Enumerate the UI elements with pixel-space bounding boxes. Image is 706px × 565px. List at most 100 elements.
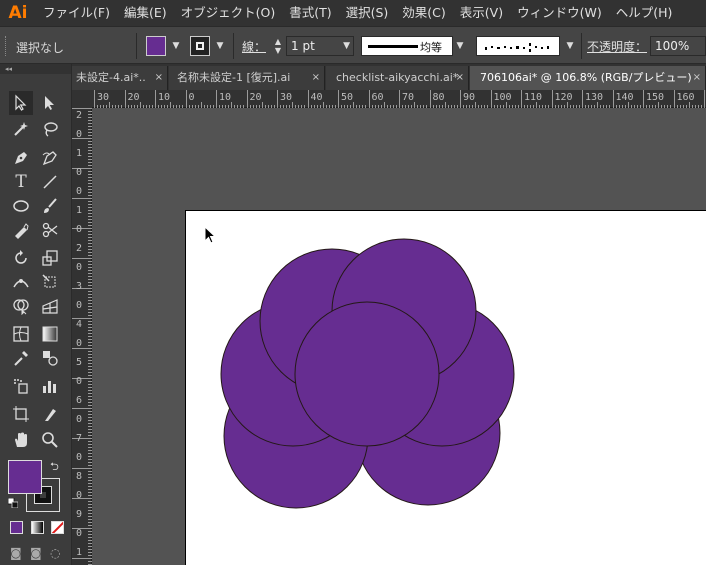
close-icon[interactable]: ×	[312, 66, 320, 90]
variable-width-profile[interactable]: 均等	[361, 36, 453, 56]
stroke-color-swatch[interactable]	[190, 36, 210, 56]
gradient-tool-icon[interactable]	[38, 322, 62, 346]
default-colors-icon[interactable]	[8, 498, 18, 508]
ruler-label: 0	[76, 129, 83, 140]
paintbrush-tool-icon[interactable]	[38, 194, 62, 218]
horizontal-ruler[interactable]: 30 20 10 0 10 20 30 40 50 60 70 80 90 100 110 120 130 140…	[92, 90, 706, 108]
stroke-label[interactable]: 線：	[242, 38, 266, 55]
chevron-down-icon[interactable]: ▼	[212, 36, 228, 56]
menu-bar: Ai ファイル(F) 編集(E) オブジェクト(O) 書式(T) 選択(S) 効…	[0, 0, 706, 26]
tool-row	[0, 194, 72, 218]
tab-checklist[interactable]: checklist-aikyacchi.ai* ×	[326, 66, 469, 90]
rotate-tool-icon[interactable]	[9, 246, 33, 270]
tab-label: checklist-aikyacchi.ai*	[336, 71, 459, 84]
stroke-weight-field[interactable]: 1 pt ▼	[286, 36, 354, 56]
ruler-ticks	[94, 90, 705, 108]
blend-tool-icon[interactable]	[38, 346, 62, 370]
zoom-tool-icon[interactable]	[38, 428, 62, 452]
column-graph-tool-icon[interactable]	[38, 374, 62, 398]
menu-file[interactable]: ファイル(F)	[36, 0, 117, 26]
symbol-sprayer-tool-icon[interactable]	[9, 374, 33, 398]
ruler-label: 0	[76, 528, 83, 539]
mesh-tool-icon[interactable]	[9, 322, 33, 346]
lasso-tool-icon[interactable]	[38, 117, 62, 141]
width-tool-icon[interactable]	[9, 270, 33, 294]
scissors-tool-icon[interactable]	[38, 218, 62, 242]
stroke-stepper[interactable]: ▲ ▼	[272, 37, 284, 55]
slice-tool-icon[interactable]	[38, 402, 62, 426]
ruler-label: 0	[188, 92, 195, 103]
tab-label: 名称未設定-1 [復元].ai	[177, 71, 291, 84]
none-mode-button[interactable]	[51, 521, 64, 534]
tab-document-4[interactable]: 未設定-4.ai*.. ×	[72, 66, 168, 90]
divider	[233, 33, 234, 59]
line-tool-icon[interactable]	[38, 170, 62, 194]
tab-document-1-recovered[interactable]: 名称未設定-1 [復元].ai ×	[169, 66, 325, 90]
shape-builder-tool-icon[interactable]	[9, 294, 33, 318]
menu-help[interactable]: ヘルプ(H)	[609, 0, 680, 26]
scale-tool-icon[interactable]	[38, 246, 62, 270]
ruler-origin[interactable]	[72, 90, 92, 108]
menu-effect[interactable]: 効果(C)	[395, 0, 452, 26]
ruler-label: 5	[76, 357, 83, 368]
ruler-label: 6	[76, 395, 83, 406]
chevron-down-icon[interactable]: ▼	[452, 36, 468, 56]
pen-tool-icon[interactable]	[9, 146, 33, 170]
artboard-tool-icon[interactable]	[9, 402, 33, 426]
curvature-tool-icon[interactable]	[38, 146, 62, 170]
ellipse-tool-icon[interactable]	[9, 194, 33, 218]
ruler-label: 80	[432, 92, 445, 103]
vertical-ruler[interactable]: 2 0 1 0 0 1 0 2 0 3 0 4 0 5 0 6 0 7 0 8 0 9 0 1	[72, 108, 92, 565]
chevron-down-icon[interactable]: ▼	[343, 37, 350, 55]
tool-row	[0, 246, 72, 270]
brush-definition[interactable]	[476, 36, 560, 56]
ruler-label: 0	[76, 300, 83, 311]
selection-tool-icon[interactable]	[9, 91, 33, 115]
fill-color-swatch[interactable]	[146, 36, 166, 56]
draw-behind-icon[interactable]: ◙	[30, 546, 44, 560]
ruler-label: 1	[76, 205, 83, 216]
ruler-label: 3	[76, 281, 83, 292]
ruler-label: 1	[76, 547, 83, 558]
chevron-down-icon[interactable]: ▼	[562, 36, 578, 56]
type-tool-icon[interactable]: T	[9, 170, 33, 194]
draw-normal-icon[interactable]: ◙	[10, 546, 24, 560]
tool-row	[0, 428, 72, 452]
illustrator-window: Ai ファイル(F) 編集(E) オブジェクト(O) 書式(T) 選択(S) 効…	[0, 0, 706, 565]
opacity-label[interactable]: 不透明度：	[587, 38, 647, 55]
ruler-label: 0	[76, 414, 83, 425]
shaper-tool-icon[interactable]	[9, 218, 33, 242]
fill-color-box[interactable]	[8, 460, 42, 494]
close-icon[interactable]: ×	[456, 66, 464, 90]
opacity-field[interactable]: 100%	[650, 36, 706, 56]
artwork-layer	[220, 238, 515, 509]
collapse-icon[interactable]: ◂◂	[0, 64, 71, 74]
center-circle[interactable]	[294, 301, 440, 447]
eyedropper-tool-icon[interactable]	[9, 346, 33, 370]
tool-row	[0, 374, 72, 398]
canvas-area[interactable]	[92, 108, 706, 565]
swap-fill-stroke-icon[interactable]: ⮌	[50, 458, 59, 477]
close-icon[interactable]: ×	[155, 66, 163, 90]
draw-inside-icon[interactable]: ◌	[50, 546, 64, 560]
color-mode-button[interactable]	[10, 521, 23, 534]
tab-active-document[interactable]: 706106ai* @ 106.8% (RGB/プレビュー) ×	[470, 66, 706, 90]
ruler-label: 0	[76, 490, 83, 501]
close-icon[interactable]: ×	[693, 66, 701, 90]
direct-selection-tool-icon[interactable]	[38, 91, 62, 115]
menu-object[interactable]: オブジェクト(O)	[174, 0, 283, 26]
chevron-down-icon[interactable]: ▼	[168, 36, 184, 56]
menu-edit[interactable]: 編集(E)	[117, 0, 174, 26]
gradient-mode-button[interactable]	[31, 521, 44, 534]
menu-type[interactable]: 書式(T)	[282, 0, 338, 26]
magic-wand-tool-icon[interactable]	[9, 117, 33, 141]
tool-row	[0, 270, 72, 294]
menu-window[interactable]: ウィンドウ(W)	[510, 0, 609, 26]
perspective-grid-tool-icon[interactable]	[38, 294, 62, 318]
menu-select[interactable]: 選択(S)	[339, 0, 396, 26]
ruler-label: 9	[76, 509, 83, 520]
panel-grip[interactable]	[5, 36, 8, 56]
hand-tool-icon[interactable]	[9, 428, 33, 452]
free-transform-tool-icon[interactable]	[38, 270, 62, 294]
menu-view[interactable]: 表示(V)	[453, 0, 510, 26]
